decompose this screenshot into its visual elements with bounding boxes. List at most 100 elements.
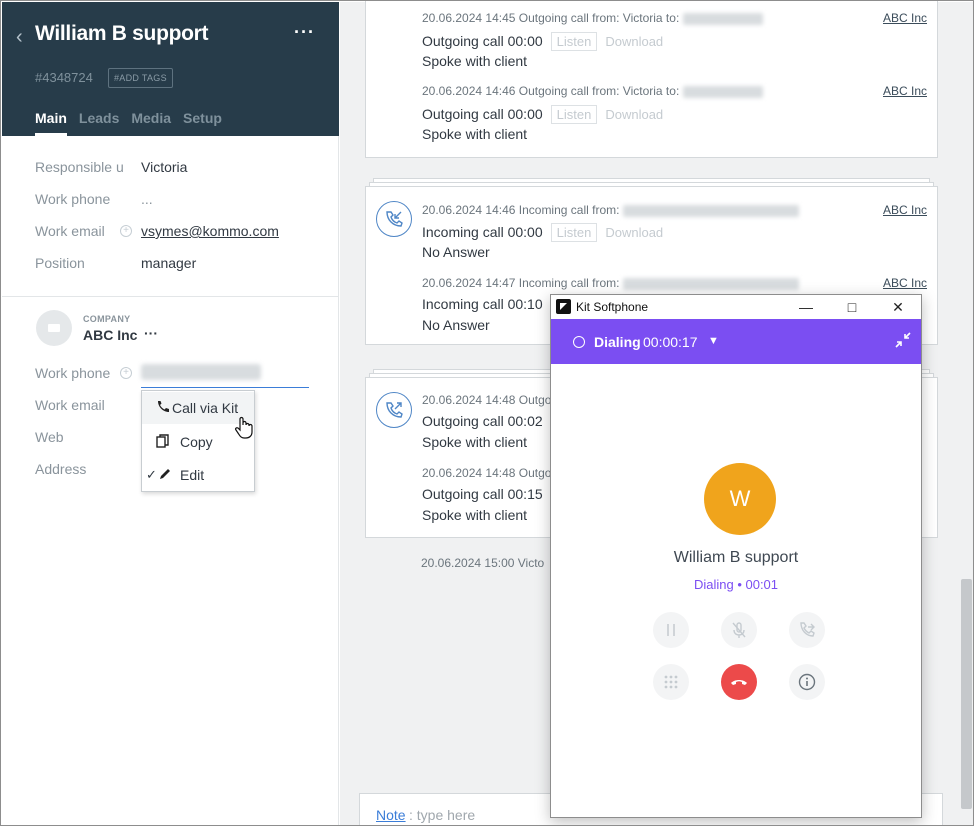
listen-button[interactable]: Listen	[550, 223, 598, 242]
status-circle-icon	[573, 336, 585, 348]
more-options-icon[interactable]: ···	[294, 22, 315, 43]
call-meta: 20.06.2024 14:46 Incoming call from:	[422, 203, 620, 217]
mute-button[interactable]	[721, 612, 757, 648]
hand-cursor-icon	[234, 416, 254, 446]
hold-button[interactable]	[653, 612, 689, 648]
call-duration: Incoming call 00:10	[422, 296, 543, 312]
pause-icon	[667, 624, 675, 636]
info-icon	[798, 673, 816, 691]
softphone-titlebar[interactable]: Kit Softphone — □ ✕	[551, 295, 921, 319]
call-duration: Outgoing call 00:00	[422, 106, 543, 122]
transfer-button[interactable]	[789, 612, 825, 648]
back-icon[interactable]: ‹	[16, 26, 23, 49]
work-email-label: Work email	[35, 223, 105, 239]
company-link[interactable]: ABC Inc	[883, 11, 927, 25]
position-label: Position	[35, 255, 85, 271]
listen-button[interactable]: Listen	[550, 105, 598, 124]
position-value[interactable]: manager	[141, 255, 196, 271]
dialpad-icon	[664, 675, 678, 689]
hang-up-icon	[731, 680, 747, 685]
call-card-group-1: 20.06.2024 14:45 Outgoing call from: Vic…	[365, 1, 938, 158]
listen-button[interactable]: Listen	[550, 32, 598, 51]
call-meta: 20.06.2024 14:46 Outgoing call from: Vic…	[422, 84, 680, 98]
call-result: No Answer	[422, 317, 490, 333]
call-meta: 20.06.2024 14:47 Incoming call from:	[422, 276, 620, 290]
company-address-label: Address	[35, 461, 87, 477]
phone-icon	[156, 400, 172, 416]
company-work-phone-label: Work phone	[35, 365, 111, 381]
callee-name: William B support	[673, 549, 799, 566]
maximize-icon[interactable]: □	[837, 297, 867, 317]
call-duration: Outgoing call 00:15	[422, 486, 543, 502]
company-link[interactable]: ABC Inc	[883, 84, 927, 98]
softphone-window: Kit Softphone — □ ✕ Dialing 00:00:17 ▼ W…	[550, 294, 922, 818]
section-divider	[2, 296, 339, 297]
tab-main[interactable]: Main	[35, 110, 67, 136]
call-meta: 20.06.2024 15:00 Victo	[421, 556, 545, 570]
minimize-icon[interactable]: —	[791, 297, 821, 317]
tab-setup[interactable]: Setup	[183, 110, 222, 126]
add-tags-button[interactable]: #ADD TAGS	[108, 68, 173, 88]
call-meta: 20.06.2024 14:48 Outgo	[422, 393, 552, 407]
dialing-state: Dialing	[594, 334, 641, 350]
info-button[interactable]	[789, 664, 825, 700]
note-type-link[interactable]: Note	[376, 807, 406, 823]
chevron-down-icon[interactable]: ▼	[708, 335, 719, 347]
call-duration: Outgoing call 00:00	[422, 33, 543, 49]
dialing-bar: Dialing 00:00:17 ▼	[551, 319, 921, 364]
add-field-icon[interactable]: +	[120, 367, 132, 379]
tab-media[interactable]: Media	[131, 110, 171, 126]
work-phone-field[interactable]: ...	[141, 191, 153, 207]
call-transfer-icon	[800, 622, 815, 637]
add-field-icon[interactable]: +	[120, 225, 132, 237]
company-name[interactable]: ABC Inc	[83, 327, 137, 343]
hang-up-button[interactable]	[721, 664, 757, 700]
responsible-value[interactable]: Victoria	[141, 159, 187, 175]
collapse-icon[interactable]	[895, 332, 911, 351]
kit-logo-icon	[556, 299, 571, 314]
call-result: Spoke with client	[422, 126, 528, 142]
app-frame: 20.06.2024 14:45 Outgoing call from: Vic…	[0, 0, 974, 826]
incoming-call-icon	[376, 201, 412, 237]
note-placeholder: : type here	[409, 807, 476, 823]
responsible-label: Responsible u	[35, 159, 124, 175]
call-duration: Outgoing call 00:02	[422, 413, 543, 429]
copy-icon	[156, 434, 172, 450]
call-result: Spoke with client	[422, 53, 528, 69]
work-phone-label: Work phone	[35, 191, 111, 207]
callee-avatar: W	[704, 463, 776, 535]
download-button[interactable]: Download	[605, 34, 663, 49]
mic-off-icon	[732, 622, 746, 638]
company-phone-value[interactable]	[141, 364, 261, 380]
pencil-icon	[159, 467, 175, 483]
contact-header: ‹ William B support ··· #4348724 #ADD TA…	[2, 2, 339, 136]
download-button[interactable]: Download	[605, 225, 663, 240]
company-link[interactable]: ABC Inc	[883, 203, 927, 217]
company-web-label: Web	[35, 429, 64, 445]
tab-leads[interactable]: Leads	[79, 110, 119, 126]
call-meta: 20.06.2024 14:45 Outgoing call from: Vic…	[422, 11, 680, 25]
contact-panel: ‹ William B support ··· #4348724 #ADD TA…	[2, 2, 339, 825]
phone-field-focus-line	[141, 387, 309, 388]
outgoing-call-icon	[376, 392, 412, 428]
contact-id: #4348724	[35, 70, 93, 85]
call-timer: 00:00:17	[643, 334, 698, 350]
company-work-email-label: Work email	[35, 397, 105, 413]
call-meta: 20.06.2024 14:48 Outgo	[422, 466, 552, 480]
company-avatar	[36, 310, 72, 346]
contact-name[interactable]: William B support	[35, 22, 209, 46]
work-email-value[interactable]: vsymes@kommo.com	[141, 223, 279, 239]
feed-scrollbar-thumb[interactable]	[961, 579, 972, 809]
call-result: No Answer	[422, 244, 490, 260]
company-more-icon[interactable]: ···	[144, 325, 158, 341]
edit-menu-item[interactable]: ✓ Edit	[142, 459, 254, 491]
call-result: Spoke with client	[422, 507, 528, 523]
call-result: Spoke with client	[422, 434, 528, 450]
keypad-button[interactable]	[653, 664, 689, 700]
softphone-title: Kit Softphone	[576, 300, 649, 314]
call-status: Dialing • 00:01	[693, 577, 779, 592]
close-icon[interactable]: ✕	[883, 297, 913, 317]
download-button[interactable]: Download	[605, 107, 663, 122]
company-link[interactable]: ABC Inc	[883, 276, 927, 290]
company-section-label: COMPANY	[83, 314, 131, 324]
